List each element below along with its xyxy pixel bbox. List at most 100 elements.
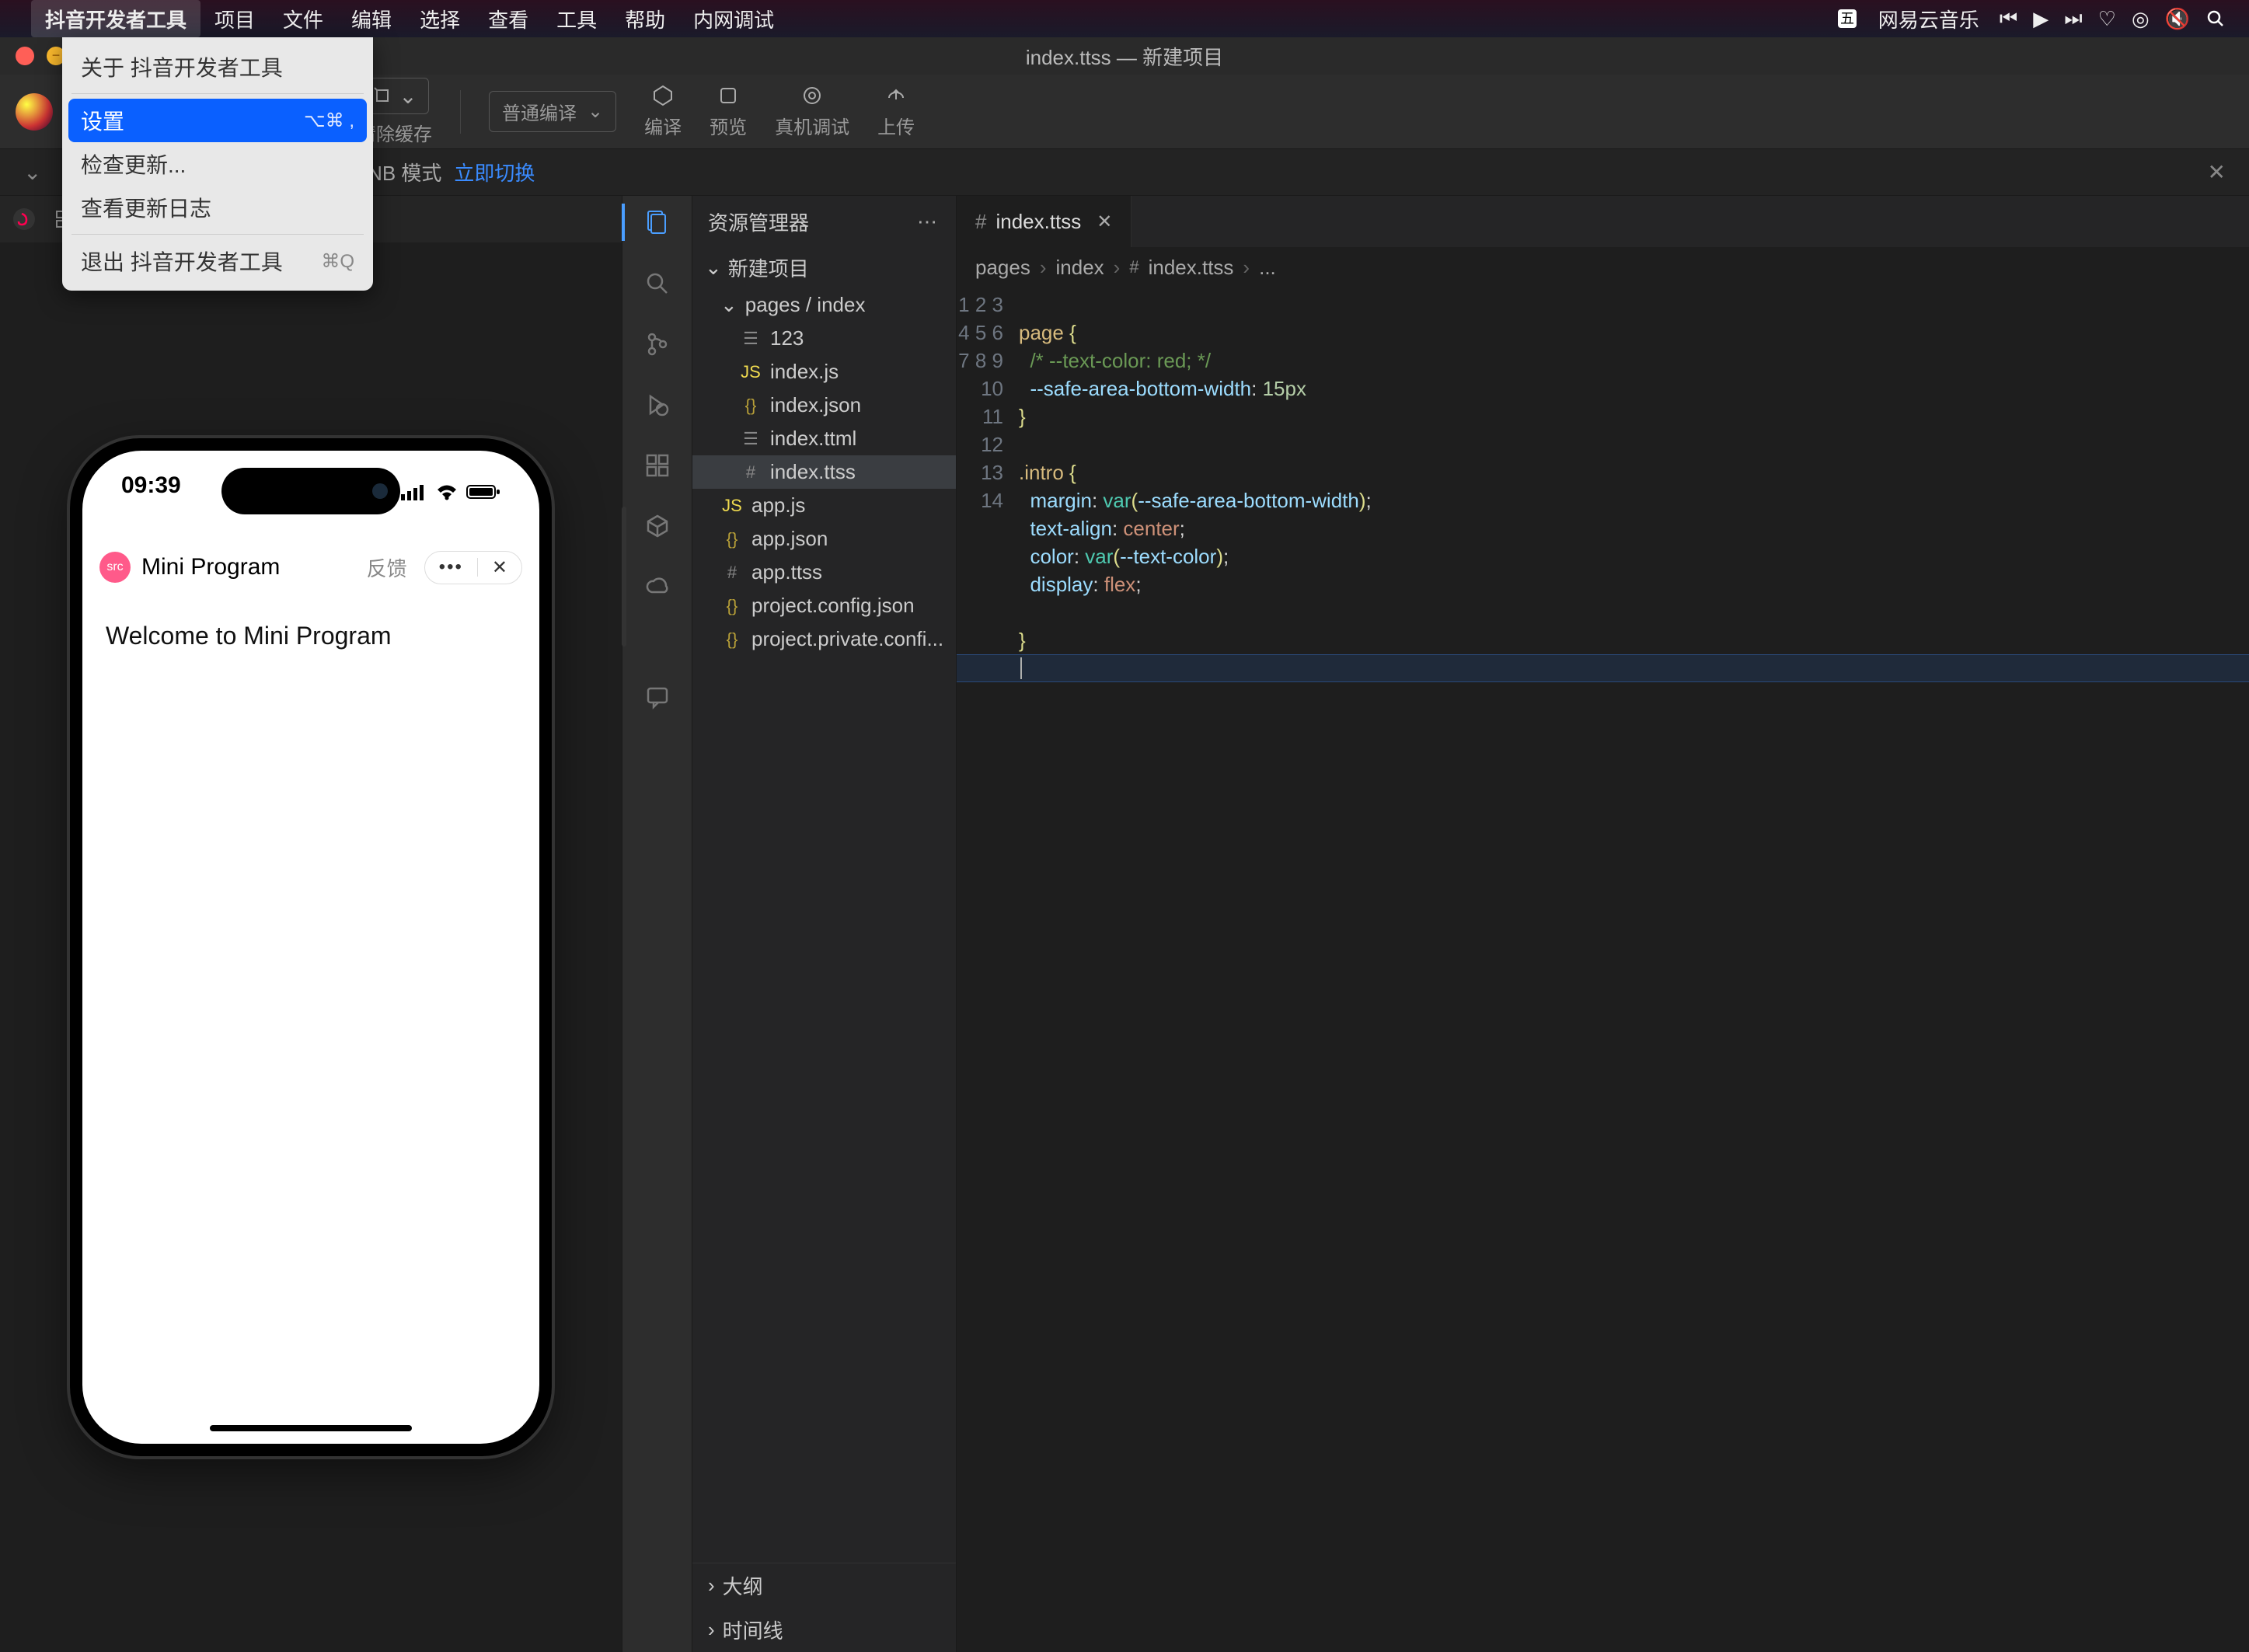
close-icon[interactable]: ✕ (2208, 159, 2226, 185)
project-root[interactable]: ⌄ 新建项目 (692, 247, 956, 288)
file-explorer: 资源管理器 ⋯ ⌄ 新建项目 ⌄ pages / index ☰123 JSin… (692, 196, 956, 1652)
play-icon[interactable]: ▶ (2033, 7, 2049, 31)
extensions-tab-icon[interactable] (644, 452, 671, 479)
cloud-tab-icon[interactable] (644, 573, 671, 600)
sound-off-icon[interactable]: 🔇 (2165, 7, 2190, 31)
more-actions-icon[interactable]: ⋯ (917, 210, 940, 234)
feedback-link[interactable]: 反馈 (367, 553, 407, 582)
search-tab-icon[interactable] (644, 270, 671, 297)
miniapp-header: src Mini Program 反馈 ••• ✕ (82, 536, 539, 598)
home-indicator[interactable] (210, 1425, 412, 1431)
file-item[interactable]: JSindex.js (692, 355, 956, 389)
compile-mode-select[interactable]: 普通编译⌄ (489, 91, 616, 132)
file-item[interactable]: ☰123 (692, 322, 956, 355)
menu-intranet-debug[interactable]: 内网调试 (679, 0, 788, 37)
view-update-log-menu-item[interactable]: 查看更新日志 (62, 186, 373, 229)
compile-button[interactable]: 编译 (644, 84, 682, 139)
app-menu[interactable]: 抖音开发者工具 (31, 0, 200, 37)
menu-edit[interactable]: 编辑 (337, 0, 406, 37)
more-icon[interactable]: ••• (439, 556, 463, 578)
outline-section[interactable]: ›大纲 (692, 1563, 956, 1608)
code-area[interactable]: 1 2 3 4 5 6 7 8 9 10 11 12 13 14 page { … (957, 288, 2249, 1652)
preview-button[interactable]: 预览 (710, 84, 747, 139)
search-icon[interactable] (2205, 9, 2226, 29)
json-file-icon: {} (720, 529, 744, 549)
chevron-right-icon: › (708, 1618, 715, 1642)
close-window-button[interactable] (16, 47, 34, 65)
menu-file[interactable]: 文件 (269, 0, 337, 37)
settings-menu-item[interactable]: 设置⌥⌘ , (68, 99, 367, 142)
toolbar-separator (460, 90, 461, 134)
chevron-down-icon: ⌄ (720, 293, 737, 317)
window-title: index.ttss — 新建项目 (1026, 42, 1223, 71)
json-file-icon: {} (720, 629, 744, 650)
prev-track-icon[interactable]: ⏮ (2000, 6, 2017, 31)
chevron-down-icon: ⌄ (705, 256, 722, 280)
shortcut-label: ⌘Q (321, 250, 354, 273)
file-item[interactable]: {}app.json (692, 522, 956, 556)
source-control-tab-icon[interactable] (644, 331, 671, 357)
explorer-tab-icon[interactable] (643, 208, 671, 236)
netease-music-label[interactable]: 网易云音乐 (1878, 5, 1979, 33)
line-numbers: 1 2 3 4 5 6 7 8 9 10 11 12 13 14 (957, 288, 1019, 1652)
comment-tab-icon[interactable] (644, 684, 671, 710)
target-icon[interactable]: ◎ (2132, 7, 2150, 31)
editor-breadcrumb[interactable]: pages› index› # index.ttss› ... (957, 247, 2249, 288)
file-item-active[interactable]: #index.ttss (692, 455, 956, 489)
app-menu-dropdown: 关于 抖音开发者工具 设置⌥⌘ , 检查更新... 查看更新日志 退出 抖音开发… (62, 37, 373, 291)
code-content[interactable]: page { /* --text-color: red; */ --safe-a… (1019, 288, 2249, 1652)
code-editor: # index.ttss ✕ pages› index› # index.tts… (956, 196, 2249, 1652)
shortcut-label: ⌥⌘ , (304, 110, 354, 132)
chevron-right-icon: › (708, 1574, 715, 1598)
file-item[interactable]: {}project.private.confi... (692, 622, 956, 656)
timeline-section[interactable]: ›时间线 (692, 1608, 956, 1652)
miniapp-title: Mini Program (141, 554, 280, 580)
text-file-icon: ☰ (739, 329, 762, 349)
menu-project[interactable]: 项目 (200, 0, 269, 37)
cursor (1020, 657, 1022, 679)
mac-menubar: 抖音开发者工具 项目 文件 编辑 选择 查看 工具 帮助 内网调试 五 网易云音… (0, 0, 2249, 37)
js-file-icon: JS (720, 496, 744, 516)
chevron-down-icon: ⌄ (588, 100, 603, 123)
file-item[interactable]: #app.ttss (692, 556, 956, 589)
ttml-file-icon: ☰ (739, 429, 762, 449)
ttss-file-icon: # (975, 210, 986, 234)
file-item[interactable]: {}index.json (692, 389, 956, 422)
menu-tools[interactable]: 工具 (542, 0, 611, 37)
input-method-icon[interactable]: 五 (1836, 8, 1858, 30)
editor-tab-active[interactable]: # index.ttss ✕ (957, 196, 1131, 247)
remote-debug-button[interactable]: 真机调试 (775, 84, 849, 139)
json-file-icon: {} (720, 596, 744, 616)
about-menu-item[interactable]: 关于 抖音开发者工具 (62, 45, 373, 89)
menu-separator (71, 93, 364, 94)
folder-item[interactable]: ⌄ pages / index (692, 288, 956, 322)
menu-help[interactable]: 帮助 (611, 0, 679, 37)
json-file-icon: {} (739, 396, 762, 416)
chevron-down-icon[interactable]: ⌄ (23, 159, 41, 185)
close-miniapp-icon[interactable]: ✕ (492, 556, 507, 579)
phone-screen[interactable]: 09:39 src (82, 451, 539, 1444)
debug-tab-icon[interactable] (644, 392, 671, 418)
battery-icon (466, 483, 500, 500)
douyin-logo-icon[interactable] (12, 207, 36, 231)
next-track-icon[interactable]: ⏭ (2064, 6, 2082, 31)
file-item[interactable]: JSapp.js (692, 489, 956, 522)
menu-view[interactable]: 查看 (474, 0, 542, 37)
file-item[interactable]: {}project.config.json (692, 589, 956, 622)
upload-button[interactable]: 上传 (877, 84, 915, 139)
status-time: 09:39 (121, 472, 181, 511)
explorer-header: 资源管理器 ⋯ (692, 196, 956, 247)
package-tab-icon[interactable] (644, 513, 671, 539)
menu-select[interactable]: 选择 (406, 0, 474, 37)
editor-tabs: # index.ttss ✕ (957, 196, 2249, 247)
phone-device-frame: 09:39 src (70, 438, 552, 1456)
simulator-panel: → 09:39 (0, 196, 622, 1652)
quit-menu-item[interactable]: 退出 抖音开发者工具⌘Q (62, 239, 373, 283)
close-tab-icon[interactable]: ✕ (1097, 211, 1112, 233)
ttss-file-icon: # (1129, 257, 1138, 277)
heart-icon[interactable]: ♡ (2098, 7, 2116, 31)
check-update-menu-item[interactable]: 检查更新... (62, 142, 373, 186)
user-avatar[interactable] (16, 93, 53, 131)
file-item[interactable]: ☰index.ttml (692, 422, 956, 455)
switch-mode-link[interactable]: 立即切换 (454, 158, 535, 186)
